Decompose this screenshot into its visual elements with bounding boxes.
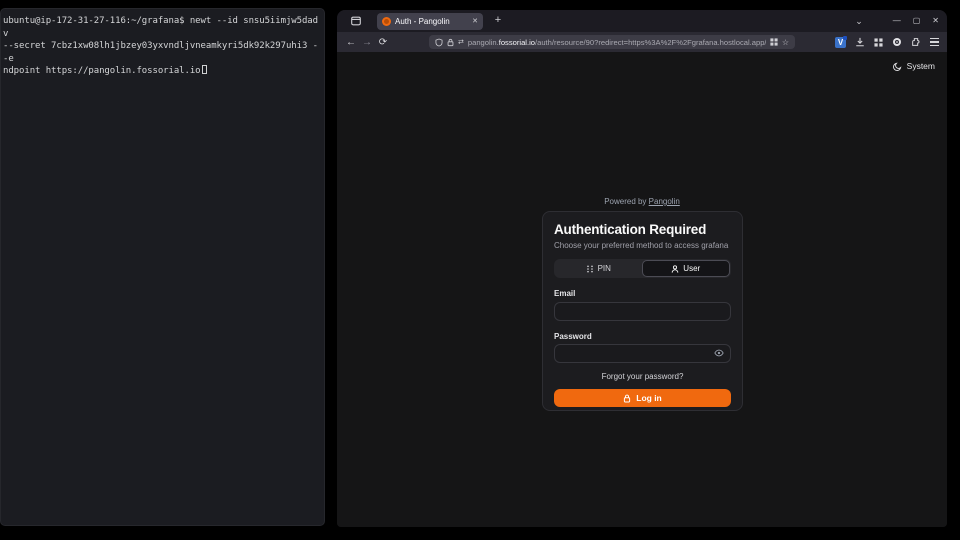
login-button-label: Log in — [636, 393, 662, 403]
terminal-line: ubuntu@ip-172-31-27-116:~/grafana$ newt … — [3, 16, 318, 39]
auth-card: Authentication Required Choose your pref… — [542, 211, 743, 411]
bookmark-star-icon[interactable]: ☆ — [782, 38, 789, 47]
terminal-line: --secret 7cbz1xw08lh1jbzey03yxvndljvneam… — [3, 41, 318, 64]
reload-button[interactable]: ⟳ — [375, 37, 391, 48]
page-content: System Powered by Pangolin Authenticatio… — [337, 52, 947, 527]
url-text[interactable]: pangolin.fossorial.io/auth/resource/90?r… — [468, 38, 766, 47]
login-lock-icon — [623, 394, 631, 403]
browser-toolbar: ← → ⟳ ⇄ pangolin.fossorial.io/auth/resou… — [337, 32, 947, 52]
tracking-protection-shield-icon[interactable] — [435, 38, 443, 47]
card-title: Authentication Required — [554, 221, 731, 238]
keypad-icon — [586, 265, 594, 273]
tab-pin-label: PIN — [598, 264, 611, 273]
firefox-view-icon[interactable] — [349, 14, 363, 28]
tab-user-label: User — [683, 264, 700, 273]
adblock-circle-icon[interactable] — [892, 37, 902, 47]
card-subtitle: Choose your preferred method to access g… — [554, 241, 731, 250]
tab-pin[interactable]: PIN — [555, 260, 642, 277]
powered-by: Powered by Pangolin — [337, 197, 947, 206]
url-bar[interactable]: ⇄ pangolin.fossorial.io/auth/resource/90… — [429, 35, 795, 49]
pangolin-favicon-icon — [382, 17, 391, 26]
login-button[interactable]: Log in — [554, 389, 731, 407]
tab-close-icon[interactable]: ✕ — [472, 18, 478, 25]
close-window-button[interactable]: ✕ — [932, 17, 939, 25]
password-label: Password — [554, 332, 731, 341]
tab-bar: Auth - Pangolin ✕ + ⌄ — ▢ ✕ — [337, 10, 947, 32]
tab-user[interactable]: User — [642, 260, 731, 277]
minimize-button[interactable]: — — [893, 17, 901, 25]
password-field[interactable] — [554, 344, 731, 363]
terminal-line: ndpoint https://pangolin.fossorial.io — [3, 66, 201, 76]
list-tabs-chevron-icon[interactable]: ⌄ — [855, 16, 863, 27]
auth-method-tabs: PIN User — [554, 259, 731, 278]
browser-tab[interactable]: Auth - Pangolin ✕ — [377, 13, 483, 30]
show-password-eye-icon[interactable] — [714, 349, 724, 357]
tab-title: Auth - Pangolin — [395, 17, 468, 26]
new-tab-button[interactable]: + — [491, 14, 505, 28]
desktop: ubuntu@ip-172-31-27-116:~/grafana$ newt … — [0, 0, 960, 540]
menu-hamburger-icon[interactable] — [930, 38, 939, 46]
theme-label: System — [907, 61, 935, 71]
terminal-window[interactable]: ubuntu@ip-172-31-27-116:~/grafana$ newt … — [0, 8, 325, 526]
theme-toggle[interactable]: System — [893, 61, 935, 71]
forgot-password-link[interactable]: Forgot your password? — [554, 372, 731, 381]
container-grid-icon[interactable] — [770, 38, 778, 46]
back-button[interactable]: ← — [343, 37, 359, 48]
email-field[interactable] — [554, 302, 731, 321]
toolbar-extensions: V — [835, 32, 939, 52]
puzzle-extension-icon[interactable] — [911, 37, 921, 47]
vimium-extension-icon[interactable]: V — [835, 37, 846, 48]
email-label: Email — [554, 289, 731, 298]
downloads-icon[interactable] — [855, 37, 865, 47]
lock-icon[interactable] — [447, 38, 454, 47]
pangolin-link[interactable]: Pangolin — [649, 197, 680, 206]
extensions-grid-icon[interactable] — [874, 38, 883, 47]
user-icon — [671, 265, 679, 273]
moon-icon — [893, 62, 902, 71]
browser-window: Auth - Pangolin ✕ + ⌄ — ▢ ✕ ← → ⟳ — [337, 10, 947, 527]
permissions-icon[interactable]: ⇄ — [458, 38, 464, 46]
terminal-output: ubuntu@ip-172-31-27-116:~/grafana$ newt … — [1, 9, 324, 78]
window-controls: ⌄ — ▢ ✕ — [855, 10, 939, 32]
terminal-cursor — [202, 65, 207, 74]
forward-button[interactable]: → — [359, 37, 375, 48]
maximize-button[interactable]: ▢ — [913, 17, 921, 25]
